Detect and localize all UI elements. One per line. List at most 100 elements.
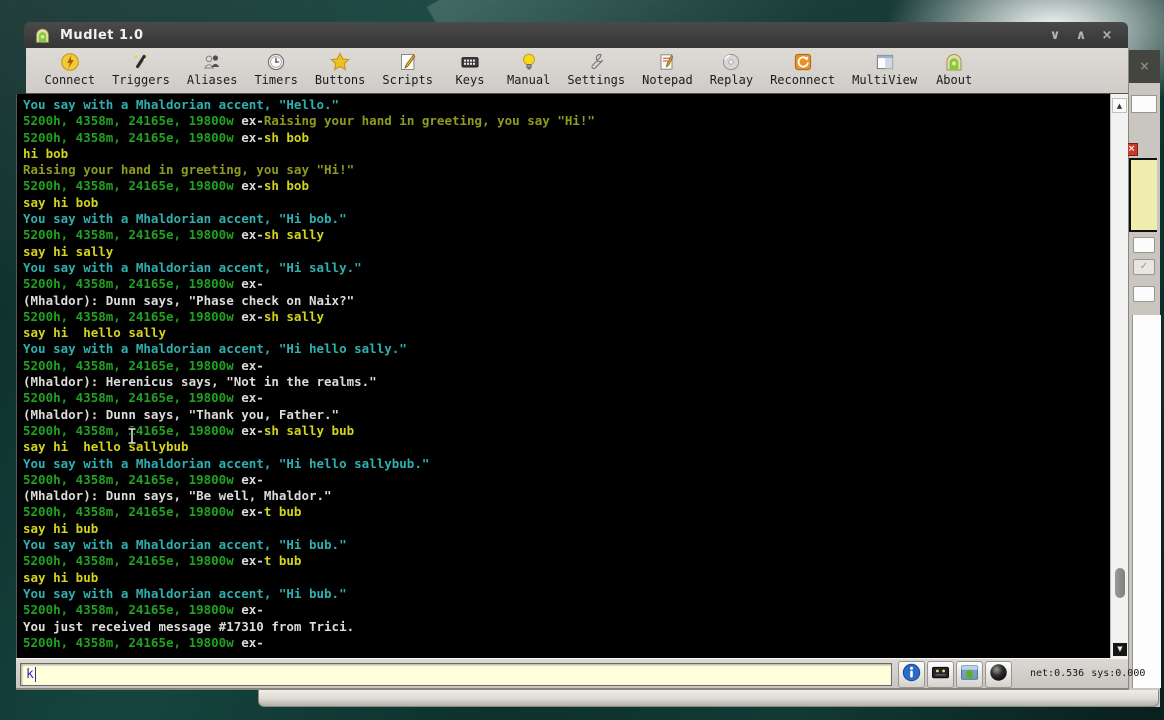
toolbar: Connect Triggers Aliases Timers Buttons Scrip… <box>26 48 1128 94</box>
terminal-text-segment: ex- <box>241 129 264 145</box>
terminal-text-segment: You say with a Mhaldorian accent, "Hi bo… <box>23 211 347 227</box>
terminal-text-segment: say hi hello sally <box>23 325 166 341</box>
mudlet-logo-icon <box>36 28 49 43</box>
terminal-text-segment: ex- <box>241 390 264 406</box>
terminal-text-segment: t bub <box>263 504 302 520</box>
toolbar-item-label: MultiView <box>852 73 918 87</box>
minimize-button[interactable]: ∨ <box>1042 28 1068 43</box>
toolbar-item-replay[interactable]: Replay <box>710 52 753 87</box>
cassette-icon <box>931 663 950 686</box>
terminal-text-segment: 5200h, 4358m, 24165e, 19800w <box>23 276 242 292</box>
aliases-icon <box>201 52 223 72</box>
terminal-text-segment: You say with a Mhaldorian accent, "Hello… <box>23 97 340 112</box>
scroll-down-icon[interactable]: ▼ <box>1113 643 1127 656</box>
background-window-notepad <box>1129 158 1157 232</box>
toolbar-item-timers[interactable]: Timers <box>254 52 298 87</box>
terminal-text-segment: 5200h, 4358m, 24165e, 19800w <box>23 357 242 373</box>
toolbar-item-reconnect[interactable]: Reconnect <box>770 52 835 87</box>
terminal-text-segment: ex- <box>241 276 264 292</box>
timers-icon <box>265 52 287 72</box>
toolbar-item-notepad[interactable]: Notepad <box>642 52 693 87</box>
screen-button[interactable] <box>956 661 983 688</box>
terminal-text-segment: sh sally <box>263 308 325 324</box>
terminal-text-segment: ex- <box>241 113 264 129</box>
terminal-text-segment: Raising your hand in greeting, you say "… <box>23 162 355 178</box>
toolbar-item-connect[interactable]: Connect <box>45 52 95 87</box>
terminal-text-segment: ex- <box>241 227 264 243</box>
terminal-line: Raising your hand in greeting, you say "… <box>23 162 1110 178</box>
terminal-line: say hi bob <box>23 195 1110 211</box>
toolbar-item-scripts[interactable]: Scripts <box>382 52 433 87</box>
terminal-text-segment: You say with a Mhaldorian accent, "Hi sa… <box>23 259 362 275</box>
terminal-line: 5200h, 4358m, 24165e, 19800w ex-sh sally <box>23 227 1110 243</box>
toolbar-item-about[interactable]: About <box>934 52 974 87</box>
toolbar-item-triggers[interactable]: Triggers <box>112 52 170 87</box>
toolbar-item-manual[interactable]: Manual <box>507 52 550 87</box>
toolbar-item-label: Keys <box>455 73 485 87</box>
title-bar[interactable]: Mudlet 1.0 ∨ ∧ × <box>24 22 1128 48</box>
terminal-line: 5200h, 4358m, 24165e, 19800w ex-sh sally… <box>23 423 1110 439</box>
terminal-text-segment: sh sally bub <box>263 422 355 438</box>
toolbar-item-settings[interactable]: Settings <box>567 52 625 87</box>
notepad-icon <box>656 52 678 72</box>
terminal-text-segment: 5200h, 4358m, 24165e, 19800w <box>23 471 242 487</box>
terminal-text-segment: say hi sally <box>23 243 114 259</box>
toolbar-item-label: Aliases <box>186 73 238 87</box>
terminal-output[interactable]: You say with a Mhaldorian accent, "Hello… <box>17 94 1110 658</box>
sys-latency-value: sys:0.000 <box>1091 668 1146 679</box>
status-buttons <box>898 661 1012 688</box>
terminal-line: (Mhaldor): Dunn says, "Phase check on Na… <box>23 293 1110 309</box>
terminal-text-segment: say hi bub <box>23 569 99 585</box>
terminal-text-segment: ex- <box>241 357 264 373</box>
terminal-line: You say with a Mhaldorian accent, "Hi bu… <box>23 537 1110 553</box>
reconnect-icon <box>792 52 814 72</box>
terminal-text-segment: (Mhaldor): Dunn says, "Be well, Mhaldor.… <box>23 488 332 504</box>
multiview-icon <box>874 52 896 72</box>
terminal-line: 5200h, 4358m, 24165e, 19800w ex- <box>23 635 1110 651</box>
info-icon <box>902 663 921 686</box>
terminal-line: say hi hello sally <box>23 325 1110 341</box>
toolbar-item-label: Buttons <box>314 73 366 87</box>
terminal-line: 5200h, 4358m, 24165e, 19800w ex-t bub <box>23 504 1110 520</box>
check-icon: ✓ <box>1133 259 1155 275</box>
toolbar-item-label: Reconnect <box>770 73 836 87</box>
terminal-line: 5200h, 4358m, 24165e, 19800w ex- <box>23 390 1110 406</box>
terminal-text-segment: sh bob <box>263 178 309 194</box>
toolbar-item-label: Notepad <box>642 73 693 87</box>
toolbar-item-keys[interactable]: Keys <box>450 52 490 87</box>
info-button[interactable] <box>898 661 925 688</box>
scrollbar-thumb[interactable] <box>1115 568 1125 598</box>
background-window-button <box>1133 286 1155 302</box>
terminal-text-segment: sh sally <box>263 227 325 243</box>
terminal-text-segment: (Mhaldor): Dunn says, "Phase check on Na… <box>23 292 355 308</box>
cassette-button[interactable] <box>927 661 954 688</box>
terminal-line: hi bob <box>23 146 1110 162</box>
connect-icon <box>59 52 81 72</box>
scrollbar[interactable]: ▲ ▼ <box>1110 94 1128 658</box>
terminal-text-segment: ex- <box>241 308 264 324</box>
terminal-text-segment: ex- <box>241 634 264 650</box>
toolbar-item-label: Triggers <box>112 73 170 87</box>
terminal-line: You say with a Mhaldorian accent, "Hello… <box>23 97 1110 113</box>
toolbar-item-multiview[interactable]: MultiView <box>852 52 917 87</box>
sphere-button[interactable] <box>985 661 1012 688</box>
command-input[interactable]: k <box>20 663 892 686</box>
terminal-text-segment: say hi hello sallybub <box>23 439 189 455</box>
input-bar: k net:0.536 sys:0.000 <box>16 658 1145 690</box>
maximize-button[interactable]: ∧ <box>1068 28 1094 43</box>
terminal-line: 5200h, 4358m, 24165e, 19800w ex-sh bob <box>23 130 1110 146</box>
toolbar-item-aliases[interactable]: Aliases <box>186 52 238 87</box>
terminal-text-segment: 5200h, 4358m, 24165e, 19800w <box>23 390 242 406</box>
terminal-text-segment: say hi bub <box>23 520 99 536</box>
scroll-up-icon[interactable]: ▲ <box>1112 98 1127 113</box>
close-button[interactable]: × <box>1094 28 1120 43</box>
net-latency-value: net:0.536 <box>1030 668 1085 679</box>
console-area: You say with a Mhaldorian accent, "Hello… <box>16 94 1128 658</box>
toolbar-item-buttons[interactable]: Buttons <box>314 52 366 87</box>
terminal-line: say hi hello sallybub <box>23 439 1110 455</box>
toolbar-item-label: Replay <box>709 73 754 87</box>
terminal-text-segment: ex- <box>241 504 264 520</box>
close-icon: × <box>1139 59 1150 73</box>
terminal-text-segment: t bub <box>263 553 302 569</box>
terminal-text-segment: 5200h, 4358m, 24165e, 19800w <box>23 504 242 520</box>
